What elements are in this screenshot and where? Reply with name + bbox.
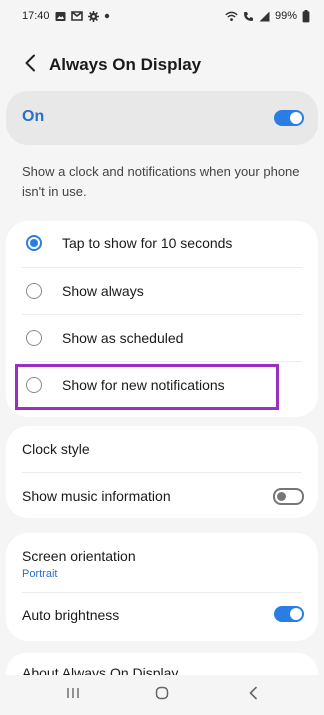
display-settings-card: Screen orientation Portrait Auto brightn… — [6, 533, 318, 641]
option-show-as-scheduled[interactable]: Show as scheduled — [6, 316, 318, 362]
status-bar: 17:40 99% — [0, 0, 324, 32]
divider — [22, 361, 302, 362]
master-switch-card[interactable]: On — [6, 91, 318, 145]
option-label: Show as scheduled — [62, 330, 184, 346]
back-icon — [248, 686, 258, 705]
music-info-label: Show music information — [22, 488, 171, 504]
toggle-knob — [290, 608, 302, 620]
divider — [22, 314, 302, 315]
option-label: Show always — [62, 283, 144, 299]
page-title: Always On Display — [49, 55, 202, 74]
signal-icon — [259, 11, 270, 22]
clock-style-label: Clock style — [22, 441, 90, 457]
toggle-knob — [290, 112, 302, 124]
radio-button-selected[interactable] — [26, 235, 42, 251]
auto-brightness-label: Auto brightness — [22, 607, 120, 623]
gallery-icon — [55, 11, 66, 22]
auto-brightness-row[interactable]: Auto brightness — [6, 593, 318, 639]
option-show-always[interactable]: Show always — [6, 269, 318, 315]
wifi-icon — [225, 11, 238, 22]
navigation-bar — [0, 675, 324, 715]
back-chevron-icon — [24, 54, 36, 77]
battery-icon — [302, 9, 310, 23]
music-info-row[interactable]: Show music information — [6, 473, 318, 518]
highlight-box — [15, 364, 279, 410]
home-icon — [155, 686, 169, 705]
auto-brightness-toggle[interactable] — [274, 606, 304, 622]
toggle-knob — [277, 492, 286, 501]
back-button[interactable] — [18, 52, 42, 78]
recents-icon — [66, 686, 80, 704]
radio-button[interactable] — [26, 330, 42, 346]
master-switch-label: On — [22, 108, 45, 125]
recents-button[interactable] — [53, 681, 93, 709]
status-bar-right: 99% — [225, 9, 310, 23]
settings-gear-icon — [87, 10, 99, 22]
call-icon — [243, 11, 254, 22]
home-button[interactable] — [142, 681, 182, 709]
status-bar-left: 17:40 — [22, 10, 110, 22]
option-tap-to-show[interactable]: Tap to show for 10 seconds — [6, 221, 318, 267]
option-label: Tap to show for 10 seconds — [62, 235, 233, 251]
screen-orientation-value: Portrait — [22, 568, 58, 580]
app-bar: Always On Display — [0, 44, 324, 86]
music-info-toggle[interactable] — [273, 488, 304, 505]
screen-orientation-row[interactable]: Screen orientation Portrait — [6, 533, 318, 593]
screen-orientation-label: Screen orientation — [22, 548, 136, 564]
style-settings-card: Clock style Show music information — [6, 426, 318, 518]
master-toggle[interactable] — [274, 110, 304, 126]
dot-icon — [104, 13, 110, 19]
clock-style-row[interactable]: Clock style — [6, 426, 318, 472]
feature-description: Show a clock and notifications when your… — [22, 164, 300, 199]
radio-button[interactable] — [26, 283, 42, 299]
battery-percent: 99% — [274, 10, 297, 22]
divider — [22, 267, 302, 268]
back-nav-button[interactable] — [233, 681, 273, 709]
status-time: 17:40 — [22, 10, 50, 22]
gmail-icon — [70, 11, 83, 21]
